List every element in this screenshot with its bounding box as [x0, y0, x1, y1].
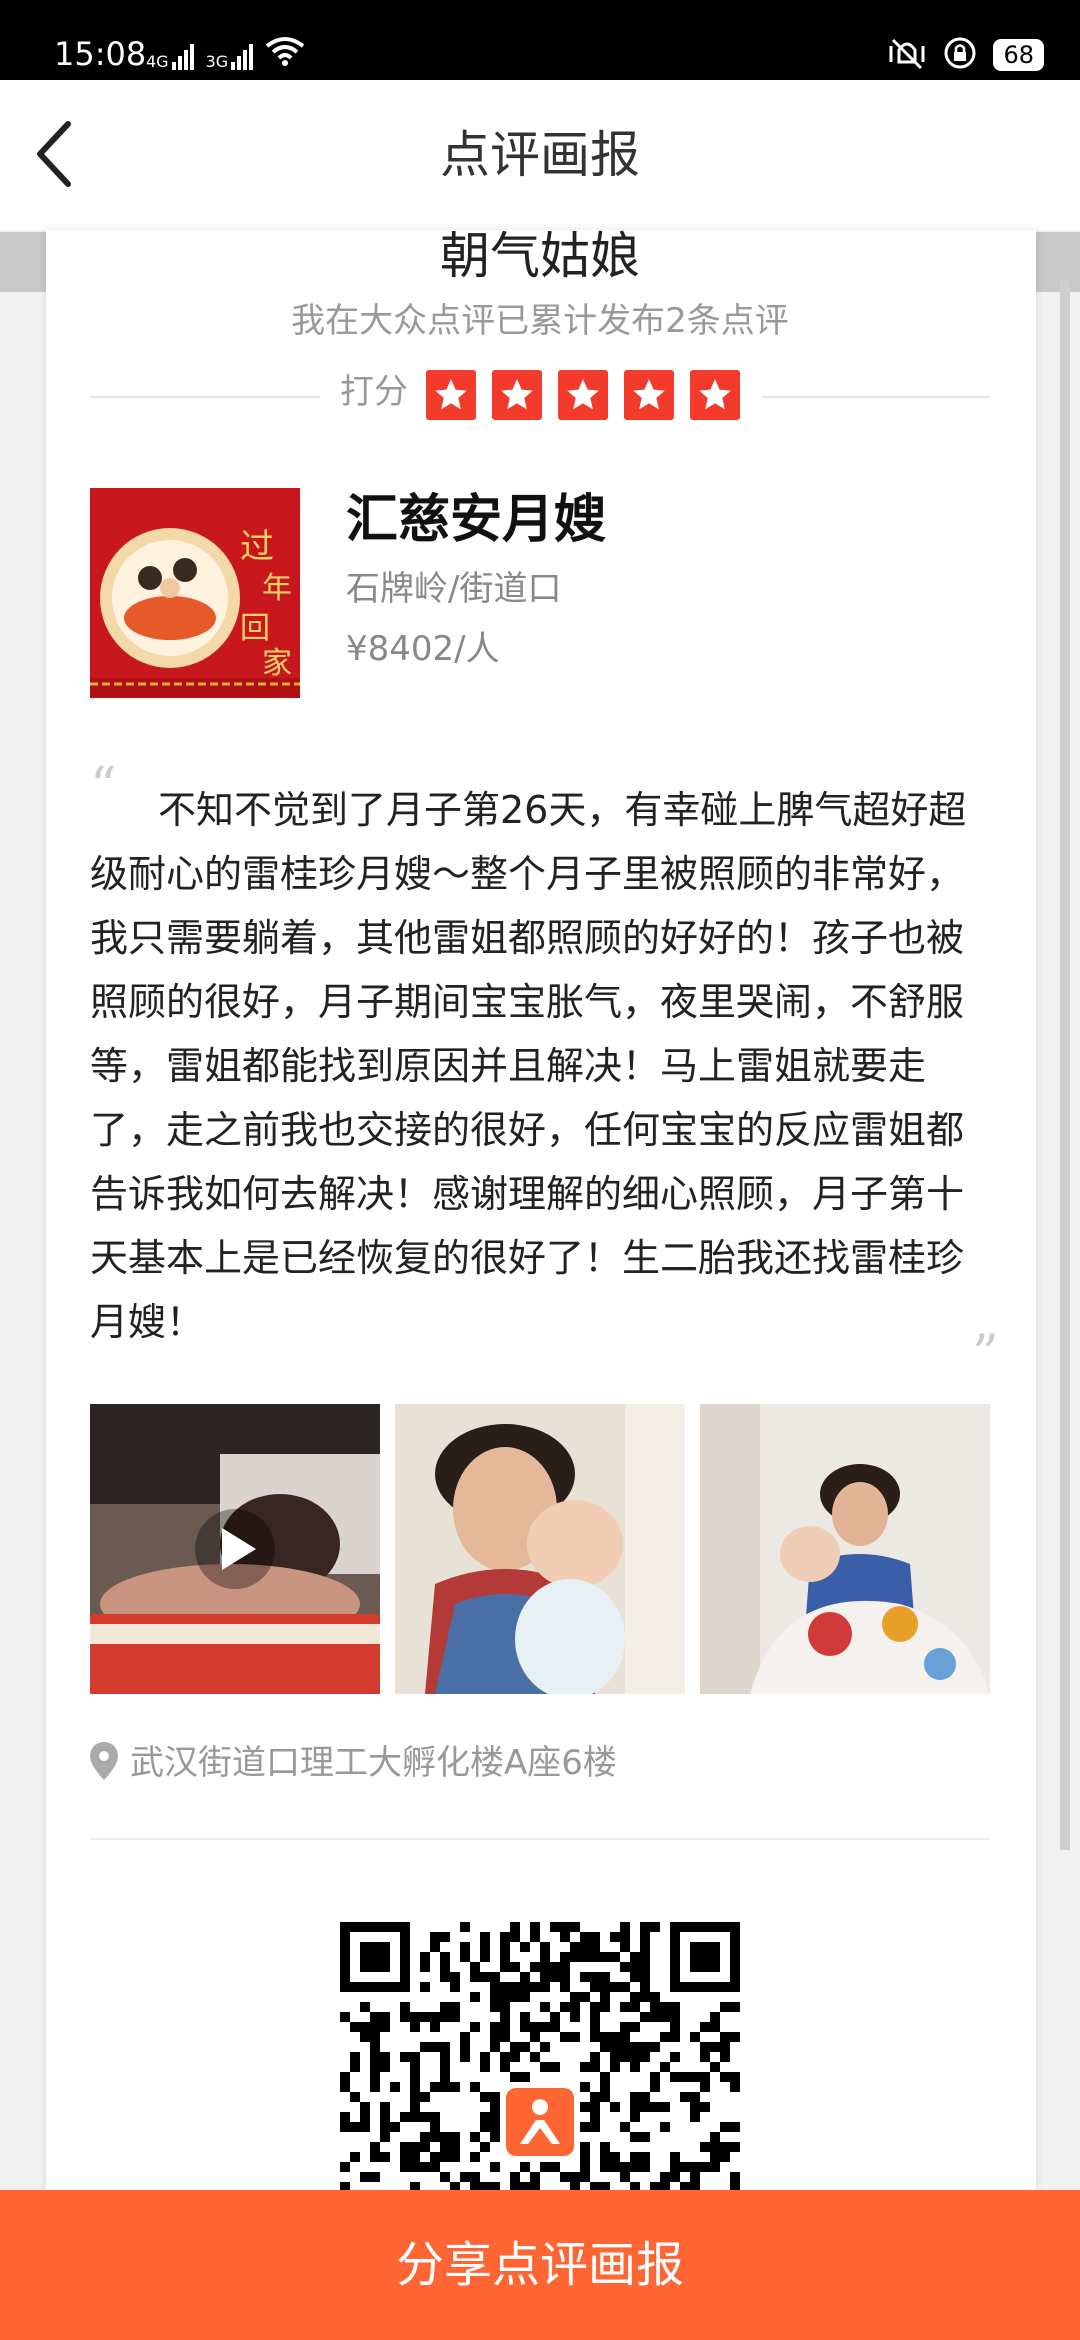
review-text: 不知不觉到了月子第26天，有幸碰上脾气超好超级耐心的雷桂珍月嫂～整个月子里被照顾… [90, 788, 967, 1344]
star-icon [690, 370, 740, 420]
wifi-icon [265, 36, 305, 70]
divider [90, 1838, 990, 1840]
nav-bar: 点评画报 [0, 80, 1080, 230]
status-time: 15:08 [54, 35, 147, 73]
star-icon [492, 370, 542, 420]
photo-gallery [90, 1404, 990, 1694]
svg-text:年: 年 [262, 571, 292, 606]
star-rating [426, 370, 740, 420]
svg-text:家: 家 [262, 646, 292, 681]
star-icon [426, 370, 476, 420]
signal-4g-icon: 4G [146, 44, 194, 70]
author-name: 朝气姑娘 [440, 227, 640, 285]
shop-location: 石牌岭/街道口 [346, 569, 562, 609]
status-bar: 15:08 4G 3G 68 [0, 0, 1080, 80]
photo-video-thumbnail[interactable] [90, 1404, 380, 1694]
shop-thumbnail[interactable]: 过 年 回 家 [90, 488, 300, 698]
share-button[interactable]: 分享点评画报 [0, 2190, 1080, 2340]
photo-thumbnail-2[interactable] [395, 1404, 685, 1694]
page-title: 点评画报 [440, 126, 640, 184]
shop-name[interactable]: 汇慈安月嫂 [346, 484, 606, 556]
divider-line-left [90, 396, 320, 398]
author-subtitle: 我在大众点评已累计发布2条点评 [291, 301, 789, 341]
rating-label: 打分 [340, 372, 408, 412]
svg-text:过: 过 [240, 527, 274, 567]
photo-thumbnail-3[interactable] [700, 1404, 990, 1694]
signal-3g-icon: 3G [206, 44, 254, 70]
qr-code [340, 1922, 740, 2192]
divider-line-right [762, 396, 990, 398]
rating-row: 打分 [90, 360, 990, 430]
battery-icon: 68 [993, 39, 1044, 71]
lock-rotation-icon [943, 36, 977, 74]
star-icon [558, 370, 608, 420]
scrollbar[interactable] [1060, 280, 1070, 1850]
network-icons: 4G 3G [146, 36, 305, 70]
address-text: 武汉街道口理工大孵化楼A座6楼 [130, 1743, 617, 1783]
quote-close-icon: ” [972, 1325, 999, 1385]
star-icon [624, 370, 674, 420]
shop-price: ¥8402/人 [346, 629, 500, 669]
vibrate-icon [887, 36, 927, 74]
location-pin-icon [90, 1742, 118, 1780]
status-right: 68 [887, 36, 1044, 74]
svg-text:回: 回 [240, 611, 270, 646]
address-row: 武汉街道口理工大孵化楼A座6楼 [90, 1740, 990, 1790]
